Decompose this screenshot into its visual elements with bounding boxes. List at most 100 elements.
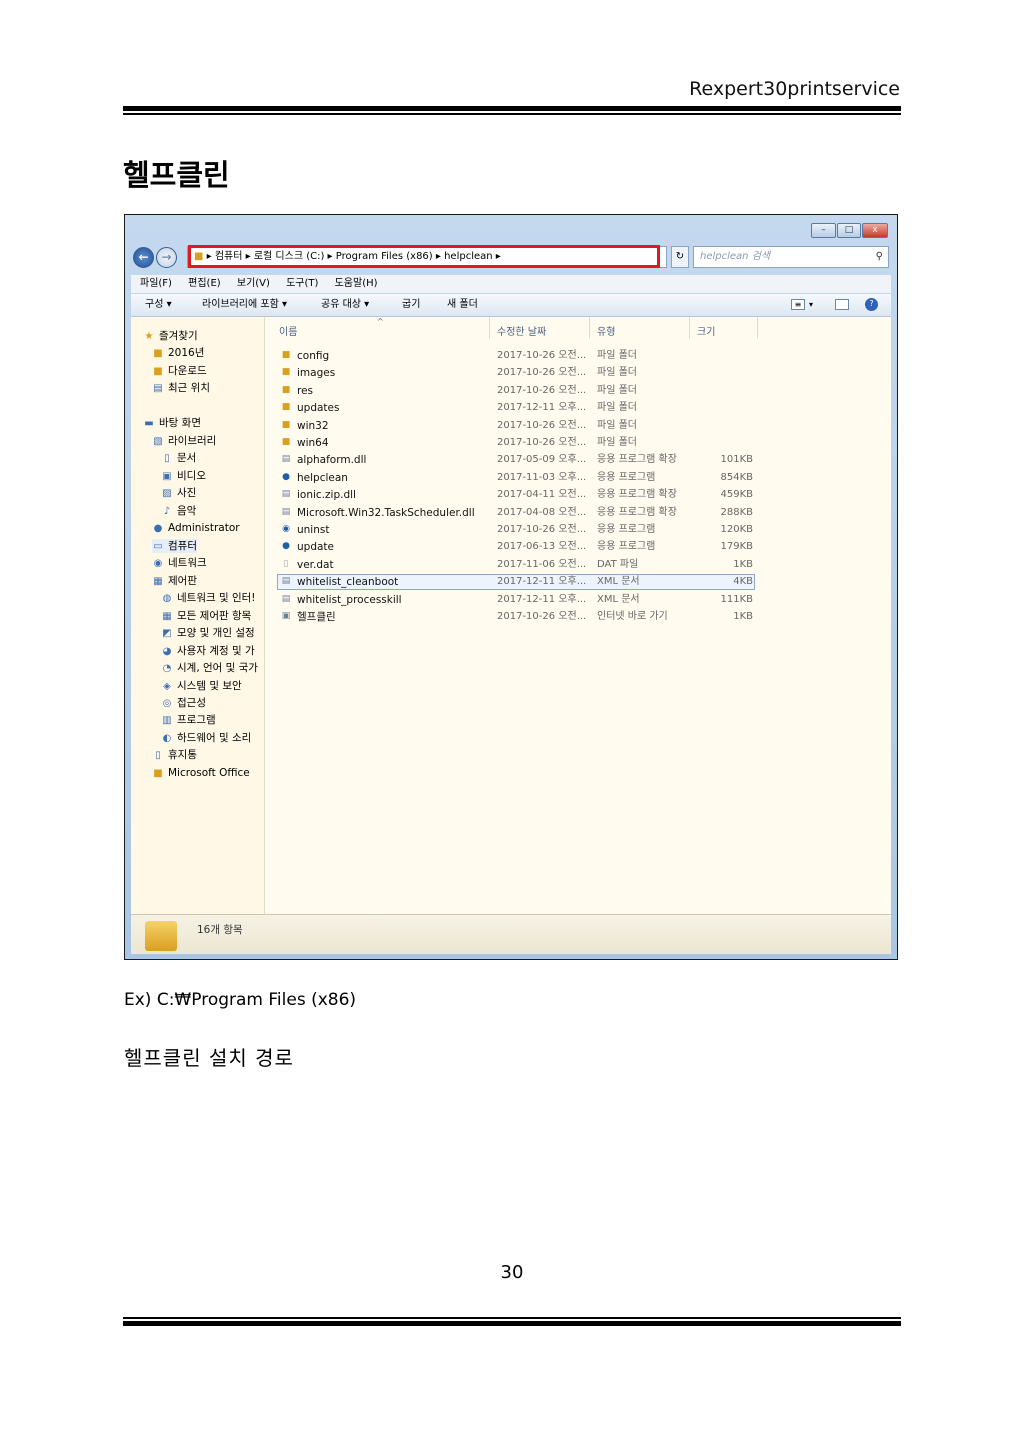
file-row[interactable]: ◉ uninst 2017-10-26 오전... 응용 프로그램 120KB [265, 522, 891, 538]
file-row[interactable]: ● helpclean 2017-11-03 오후... 응용 프로그램 854KB [265, 470, 891, 486]
sidebar-item-label: Microsoft Office [168, 767, 250, 779]
file-row[interactable]: ■ updates 2017-12-11 오후... 파일 폴더 [265, 400, 891, 416]
file-date: 2017-12-11 오후... [497, 593, 587, 605]
hardware-sound-icon: ◐ [162, 733, 172, 744]
search-input[interactable]: helpclean 검색 ⚲ [693, 246, 889, 268]
accessibility-icon: ◎ [162, 698, 172, 709]
file-row[interactable]: ▤ whitelist_processkill 2017-12-11 오후... XM… [265, 592, 891, 608]
column-name[interactable]: 이름 [279, 323, 297, 338]
folder-icon: ■ [281, 419, 291, 430]
new-folder-button[interactable]: 새 폴더 [447, 294, 478, 316]
maximize-button[interactable]: □ [837, 223, 861, 238]
back-arrow-icon[interactable]: ← [133, 247, 154, 268]
column-size[interactable]: 크기 [697, 323, 715, 338]
close-button[interactable]: x [862, 223, 888, 238]
sidebar-item[interactable]: ◉ 네트워크 [152, 556, 207, 570]
control-panel-items-icon: ▦ [162, 611, 172, 622]
sidebar-item[interactable]: ♪ 음악 [161, 504, 197, 518]
file-name: Microsoft.Win32.TaskScheduler.dll [297, 506, 475, 519]
sidebar-item-label: 접근성 [177, 697, 206, 709]
help-icon[interactable]: ? [865, 298, 878, 311]
file-name: uninst [297, 524, 330, 536]
file-row[interactable]: ▤ Microsoft.Win32.TaskScheduler.dll 2017-0… [265, 505, 891, 521]
sidebar-item-label: 시계, 언어 및 국가 [177, 662, 258, 674]
file-row[interactable]: ▤ alphaform.dll 2017-05-09 오후... 응용 프로그램 확장… [265, 452, 891, 468]
file-row[interactable]: ▤ whitelist_cleanboot 2017-12-11 오후... XML … [265, 574, 891, 590]
file-row[interactable]: ■ images 2017-10-26 오전... 파일 폴더 [265, 365, 891, 381]
share-with-button[interactable]: 공유 대상 ▾ [321, 294, 369, 316]
forward-arrow-icon[interactable]: → [156, 247, 177, 268]
minimize-button[interactable]: – [811, 223, 836, 238]
menu-help[interactable]: 도움말(H) [335, 278, 378, 289]
sidebar-item[interactable]: ◍ 네트워크 및 인터! [161, 591, 256, 605]
sidebar-item[interactable]: ▣ 비디오 [161, 469, 206, 483]
column-separator [757, 317, 758, 339]
control-panel-icon: ▦ [153, 576, 163, 587]
sidebar-item[interactable]: ◐ 하드웨어 및 소리 [161, 731, 252, 745]
user-accounts-icon: ◕ [162, 646, 172, 657]
sidebar-item[interactable]: ■ Microsoft Office [152, 766, 250, 780]
sidebar-item[interactable]: ■ 2016년 [152, 346, 204, 360]
sidebar-item[interactable]: ▭ 컴퓨터 [152, 539, 197, 553]
sort-arrow-icon: ^ [377, 317, 384, 326]
file-row[interactable]: ■ win64 2017-10-26 오전... 파일 폴더 [265, 435, 891, 451]
file-row[interactable]: ▣ 헬프클린 2017-10-26 오전... 인터넷 바로 가기 1KB [265, 609, 891, 625]
download-folder-icon: ■ [153, 366, 163, 377]
burn-button[interactable]: 굽기 [402, 294, 420, 316]
column-date[interactable]: 수정한 날짜 [497, 323, 546, 338]
sidebar-item[interactable]: ▯ 휴지통 [152, 748, 197, 762]
dll-icon: ▤ [281, 454, 291, 465]
sidebar-item[interactable]: ◎ 접근성 [161, 696, 206, 710]
sidebar-item[interactable]: ▧ 라이브러리 [152, 434, 216, 448]
file-row[interactable]: ■ win32 2017-10-26 오전... 파일 폴더 [265, 418, 891, 434]
file-size: 459KB [720, 489, 753, 501]
sidebar-item-label: Administrator [168, 522, 240, 534]
menu-edit[interactable]: 편집(E) [188, 278, 221, 289]
music-icon: ♪ [163, 506, 171, 517]
file-type: 응용 프로그램 확장 [597, 454, 677, 466]
sidebar-item[interactable]: ◩ 모양 및 개인 설정 [161, 626, 254, 640]
view-options-icon[interactable]: ≡ [791, 299, 805, 310]
desktop-icon: ▬ [144, 418, 154, 429]
sidebar-item[interactable]: ▦ 제어판 [152, 574, 197, 588]
menu-view[interactable]: 보기(V) [237, 278, 270, 289]
sidebar-item[interactable]: ▬ 바탕 화면 [143, 416, 201, 430]
preview-pane-icon[interactable] [835, 299, 849, 310]
refresh-icon[interactable]: ↻ [671, 246, 689, 268]
menu-tools[interactable]: 도구(T) [286, 278, 318, 289]
organize-button[interactable]: 구성 ▾ [145, 294, 172, 316]
sidebar-item[interactable]: ★ 즐겨찾기 [143, 329, 198, 343]
sidebar-item[interactable]: ■ 다운로드 [152, 364, 206, 378]
folder-icon: ■ [281, 350, 291, 360]
sidebar-item[interactable]: ◈ 시스템 및 보안 [161, 679, 242, 693]
item-count: 16개 항목 [197, 924, 243, 936]
sidebar-item[interactable]: ▥ 프로그램 [161, 713, 215, 727]
sidebar-item[interactable]: ◕ 사용자 계정 및 가 [161, 644, 255, 658]
column-separator [589, 317, 590, 339]
file-date: 2017-10-26 오전... [497, 367, 587, 379]
chevron-down-icon[interactable]: ▾ [809, 294, 813, 316]
search-icon[interactable]: ⚲ [876, 247, 883, 267]
file-row[interactable]: ● update 2017-06-13 오전... 응용 프로그램 179KB [265, 539, 891, 555]
sidebar-item-label: 문서 [177, 452, 197, 464]
include-in-library-button[interactable]: 라이브러리에 포함 ▾ [202, 294, 287, 316]
file-row[interactable]: ▤ ionic.zip.dll 2017-04-11 오전... 응용 프로그램 확장… [265, 487, 891, 503]
status-bar: 16개 항목 [131, 914, 891, 954]
file-row[interactable]: ■ res 2017-10-26 오전... 파일 폴더 [265, 383, 891, 399]
file-size: 1KB [733, 558, 753, 570]
file-row[interactable]: ▯ ver.dat 2017-11-06 오전... DAT 파일 1KB [265, 557, 891, 573]
xml-icon: ▤ [281, 576, 291, 587]
sidebar-item[interactable]: ◔ 시계, 언어 및 국가 [161, 661, 258, 675]
sidebar-item[interactable]: ● Administrator [152, 521, 240, 535]
menu-file[interactable]: 파일(F) [140, 278, 172, 289]
sidebar-item[interactable]: ▯ 문서 [161, 451, 196, 465]
column-type[interactable]: 유형 [597, 323, 615, 338]
file-size: 1KB [733, 611, 753, 622]
file-row[interactable]: ■ config 2017-10-26 오전... 파일 폴더 [265, 348, 891, 364]
file-date: 2017-06-13 오전... [497, 541, 587, 553]
dll-icon: ▤ [281, 489, 291, 500]
section-heading: 헬프클린 [123, 158, 230, 192]
sidebar-item[interactable]: ▦ 모든 제어판 항목 [161, 609, 251, 623]
sidebar-item[interactable]: ▨ 사진 [161, 486, 196, 500]
sidebar-item[interactable]: ▤ 최근 위치 [152, 381, 210, 395]
